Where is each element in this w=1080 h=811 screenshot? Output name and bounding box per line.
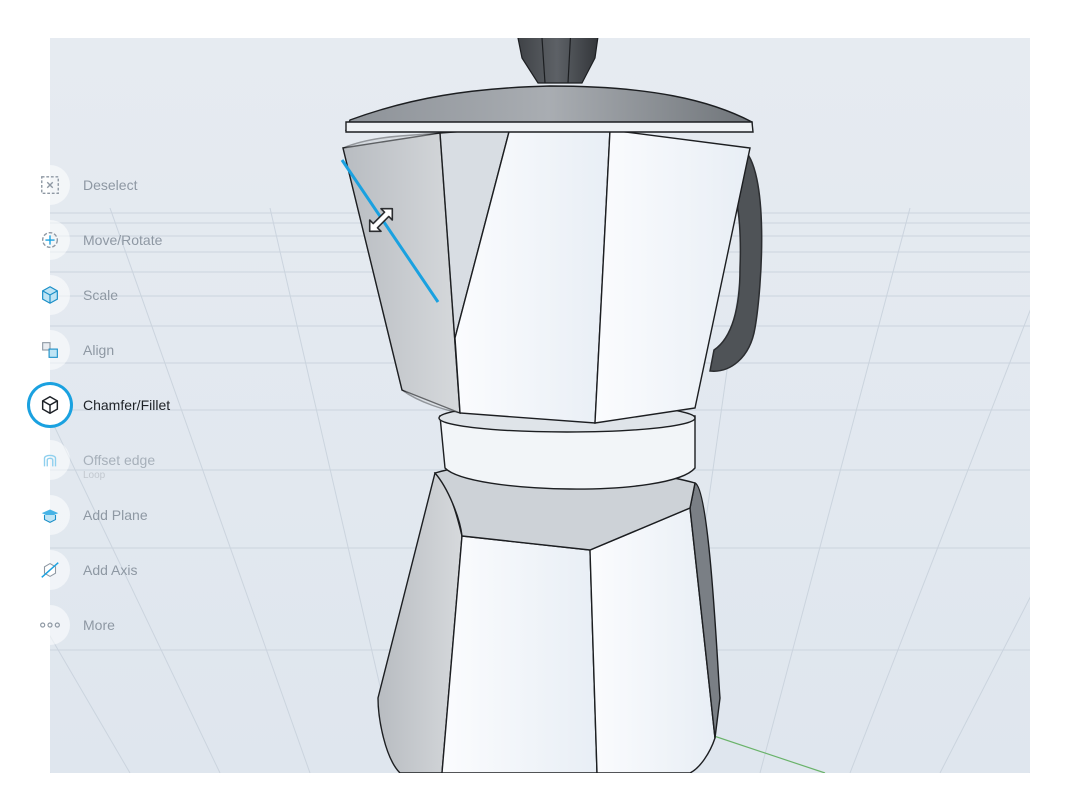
add-axis-label: Add Axis [83,562,138,578]
lower-chamber[interactable] [377,460,721,773]
offset-edge-button[interactable]: Offset edge Loop [28,435,248,485]
more-label: More [83,617,115,633]
chamfer-fillet-icon [30,385,70,425]
scale-cube-icon [30,275,70,315]
deselect-label: Deselect [83,177,138,193]
add-plane-icon [30,495,70,535]
offset-edge-icon [30,440,70,480]
align-button[interactable]: Align [28,325,248,375]
move-rotate-icon [30,220,70,260]
deselect-icon [30,165,70,205]
more-button[interactable]: More [28,600,248,650]
align-label: Align [83,342,115,358]
add-plane-label: Add Plane [83,507,148,523]
offset-edge-sublabel: Loop [83,470,106,481]
scale-label: Scale [83,287,119,303]
deselect-button[interactable]: Deselect [28,160,248,210]
scale-button[interactable]: Scale [28,270,248,320]
move-rotate-button[interactable]: Move/Rotate [28,215,248,265]
align-icon [30,330,70,370]
chamfer-fillet-button[interactable]: Chamfer/Fillet [28,380,248,430]
more-icon [30,605,70,645]
add-axis-button[interactable]: Add Axis [28,545,248,595]
move-rotate-label: Move/Rotate [83,232,163,248]
add-axis-icon [30,550,70,590]
add-plane-button[interactable]: Add Plane [28,490,248,540]
upper-chamber[interactable] [342,127,751,424]
chamfer-fillet-label: Chamfer/Fillet [83,397,171,413]
offset-edge-label: Offset edge [83,452,156,468]
